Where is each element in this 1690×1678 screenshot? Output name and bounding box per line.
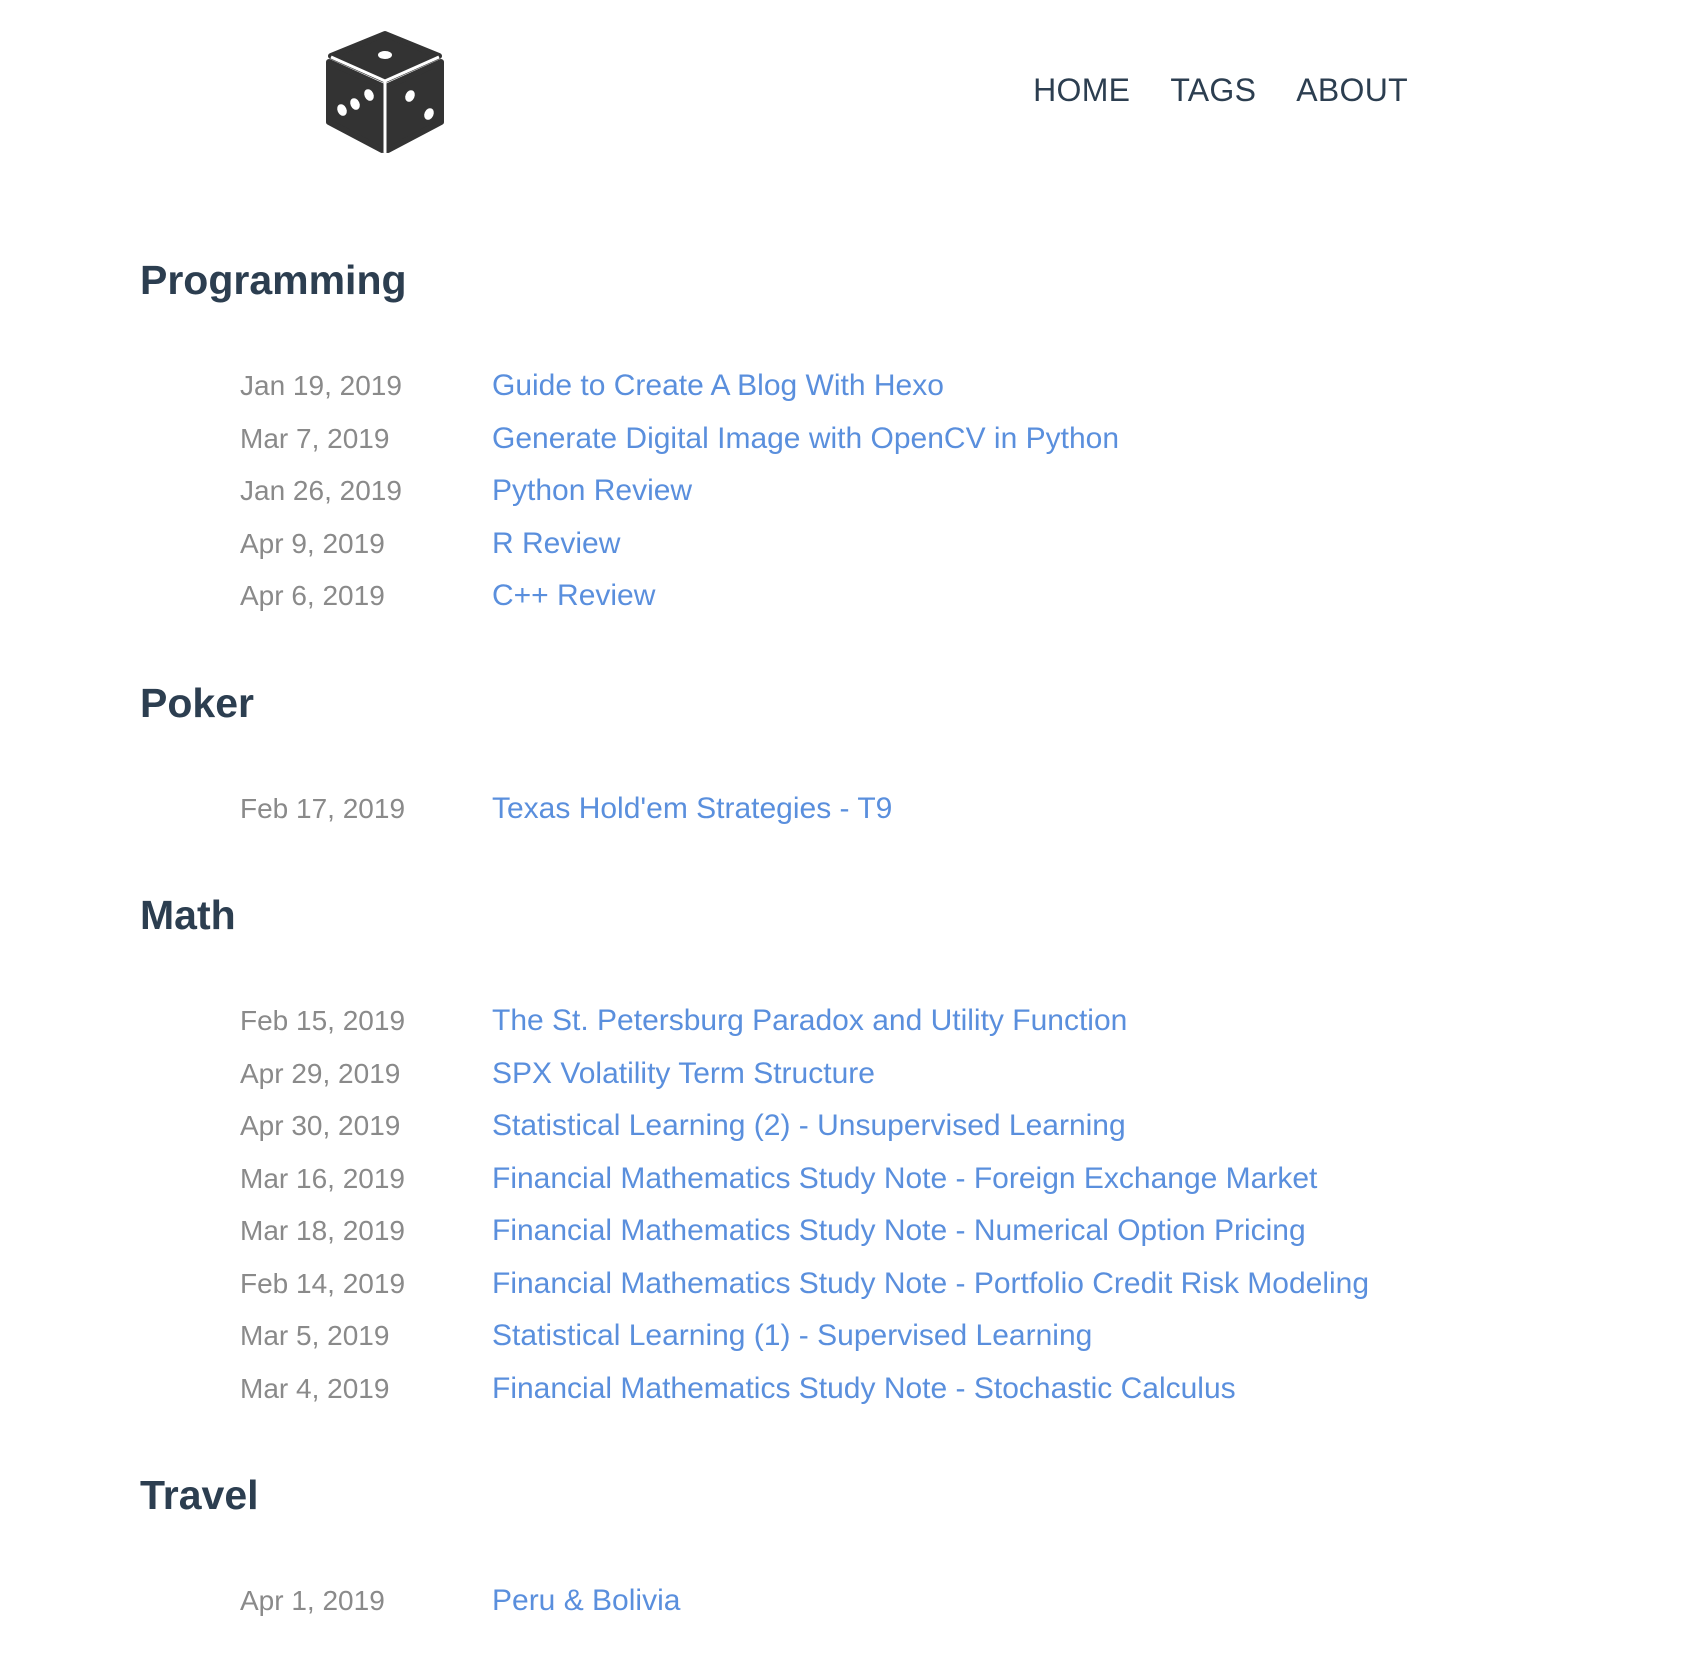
post-date: Feb 15, 2019: [240, 1005, 406, 1036]
category-title: Programming: [140, 257, 407, 303]
post-date: Mar 18, 2019: [240, 1215, 405, 1246]
post-date: Apr 6, 2019: [240, 580, 385, 611]
list-item: Mar 4, 2019 Financial Mathematics Study N…: [140, 1363, 1540, 1416]
post-date: Jan 26, 2019: [240, 475, 402, 506]
list-item: Apr 1, 2019 Peru & Bolivia: [140, 1575, 1540, 1628]
post-title-link[interactable]: Financial Mathematics Study Note - Stoch…: [492, 1363, 1236, 1416]
dice-icon[interactable]: [325, 30, 445, 154]
post-title-link[interactable]: Financial Mathematics Study Note - Portf…: [492, 1258, 1369, 1311]
post-title-link[interactable]: Statistical Learning (1) - Supervised Le…: [492, 1310, 1092, 1363]
post-date: Mar 5, 2019: [240, 1320, 390, 1351]
list-item: Mar 18, 2019 Financial Mathematics Study …: [140, 1205, 1540, 1258]
post-title-link[interactable]: Python Review: [492, 465, 692, 518]
post-title-link[interactable]: SPX Volatility Term Structure: [492, 1048, 875, 1101]
post-date: Jan 19, 2019: [240, 370, 402, 401]
list-item: Apr 6, 2019 C++ Review: [140, 570, 1540, 623]
category-section: Programming Jan 19, 2019 Guide to Create A…: [140, 250, 1540, 623]
list-item: Feb 17, 2019 Texas Hold'em Strategies - T…: [140, 783, 1540, 836]
list-item: Apr 9, 2019 R Review: [140, 518, 1540, 571]
post-title-link[interactable]: Financial Mathematics Study Note - Forei…: [492, 1153, 1317, 1206]
post-date: Apr 1, 2019: [240, 1585, 385, 1616]
categories-list: Programming Jan 19, 2019 Guide to Create A…: [140, 250, 1540, 1678]
list-item: Feb 14, 2019 Financial Mathematics Study …: [140, 1258, 1540, 1311]
post-date: Feb 14, 2019: [240, 1267, 406, 1299]
category-section: Travel Apr 1, 2019 Peru & Bolivia: [140, 1465, 1540, 1628]
list-item: Mar 16, 2019 Financial Mathematics Study …: [140, 1153, 1540, 1206]
nav-tags-link[interactable]: TAGS: [1170, 70, 1256, 110]
post-date: Mar 7, 2019: [240, 422, 390, 454]
post-title-link[interactable]: C++ Review: [492, 570, 655, 623]
list-item: Jan 19, 2019 Guide to Create A Blog With …: [140, 360, 1540, 413]
category-section: Math Feb 15, 2019 The St. Petersburg Parad…: [140, 885, 1540, 1415]
main-nav: HOME TAGS ABOUT: [1033, 70, 1408, 110]
post-list: Jan 19, 2019 Guide to Create A Blog With …: [140, 360, 1540, 623]
post-title-link[interactable]: Financial Mathematics Study Note - Numer…: [492, 1205, 1306, 1258]
post-list: Feb 17, 2019 Texas Hold'em Strategies - T…: [140, 783, 1540, 836]
post-title-link[interactable]: R Review: [492, 518, 620, 571]
post-list: Feb 15, 2019 The St. Petersburg Paradox a…: [140, 995, 1540, 1415]
nav-about-link[interactable]: ABOUT: [1296, 70, 1408, 110]
post-date: Apr 29, 2019: [240, 1057, 401, 1089]
post-title-link[interactable]: Peru & Bolivia: [492, 1575, 680, 1628]
category-title: Math: [140, 892, 236, 938]
site-header: HOME TAGS ABOUT: [0, 0, 1690, 170]
post-title-link[interactable]: The St. Petersburg Paradox and Utility F…: [492, 995, 1127, 1048]
list-item: Apr 29, 2019 SPX Volatility Term Structur…: [140, 1048, 1540, 1101]
post-title-link[interactable]: Guide to Create A Blog With Hexo: [492, 360, 944, 413]
category-title: Poker: [140, 679, 254, 726]
category-section: Poker Feb 17, 2019 Texas Hold'em Strategie…: [140, 673, 1540, 836]
post-date: Apr 9, 2019: [240, 527, 385, 559]
post-title-link[interactable]: Texas Hold'em Strategies - T9: [492, 783, 892, 836]
post-date: Apr 30, 2019: [240, 1110, 401, 1141]
post-date: Mar 4, 2019: [240, 1372, 390, 1404]
post-date: Mar 16, 2019: [240, 1162, 405, 1194]
post-title-link[interactable]: Generate Digital Image with OpenCV in Py…: [492, 413, 1119, 466]
list-item: Apr 30, 2019 Statistical Learning (2) - U…: [140, 1100, 1540, 1153]
category-title: Travel: [140, 1472, 259, 1518]
post-list: Apr 1, 2019 Peru & Bolivia: [140, 1575, 1540, 1628]
list-item: Feb 15, 2019 The St. Petersburg Paradox a…: [140, 995, 1540, 1048]
post-title-link[interactable]: Statistical Learning (2) - Unsupervised …: [492, 1100, 1126, 1153]
post-date: Feb 17, 2019: [240, 792, 406, 824]
list-item: Mar 5, 2019 Statistical Learning (1) - Su…: [140, 1310, 1540, 1363]
list-item: Mar 7, 2019 Generate Digital Image with O…: [140, 413, 1540, 466]
list-item: Jan 26, 2019 Python Review: [140, 465, 1540, 518]
nav-home-link[interactable]: HOME: [1033, 70, 1130, 110]
